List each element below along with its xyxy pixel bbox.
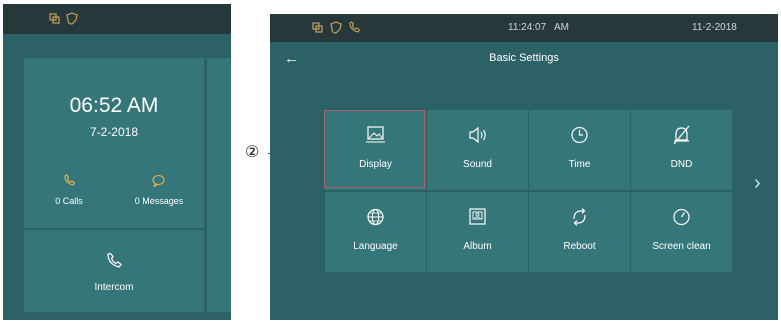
status-period: AM [554, 22, 569, 33]
calls-button[interactable]: 0 Calls [44, 174, 94, 214]
refresh-icon [573, 208, 586, 226]
calls-label: 0 Calls [55, 196, 83, 206]
clock-date: 7-2-2018 [89, 125, 139, 139]
tile-label: DND [670, 159, 693, 170]
phone-icon [64, 174, 76, 186]
clock-time: 06:52 AM [69, 94, 159, 117]
globe-icon [367, 208, 384, 226]
tile-label: Time [568, 159, 591, 170]
phone-icon [107, 252, 122, 268]
tile-language[interactable]: Language [325, 192, 426, 272]
page-title: Basic Settings [489, 52, 559, 64]
tile-dnd[interactable]: DND [631, 110, 732, 190]
callout-number: ② [245, 144, 260, 161]
chat-bubble-icon [152, 174, 165, 187]
network-icon [49, 13, 60, 24]
clock-card: 06:52 AM 7-2-2018 0 Calls 0 Messages [24, 58, 204, 228]
bell-off-icon [673, 125, 690, 145]
tile-reboot[interactable]: Reboot [529, 192, 630, 272]
left-status-bar [3, 4, 231, 34]
phone-icon [349, 21, 360, 33]
next-card-edge [207, 58, 231, 312]
network-icon [312, 22, 323, 33]
messages-label: 0 Messages [134, 196, 184, 206]
speaker-icon [469, 126, 486, 144]
intercom-label: Intercom [94, 282, 134, 293]
tile-album[interactable]: Album [427, 192, 528, 272]
shield-icon [330, 21, 342, 34]
tile-screen-clean[interactable]: Screen clean [631, 192, 732, 272]
tile-label: Screen clean [652, 241, 711, 252]
shield-icon [66, 12, 78, 25]
tile-label: Sound [463, 159, 492, 170]
right-status-bar: 11:24:07 AM 11-2-2018 [270, 14, 778, 42]
messages-button[interactable]: 0 Messages [122, 174, 192, 214]
timer-icon [673, 208, 690, 226]
tile-sound[interactable]: Sound [427, 110, 528, 190]
next-page-chevron-icon[interactable]: › [754, 172, 761, 195]
left-home-screen: 06:52 AM 7-2-2018 0 Calls 0 Messages Int… [3, 4, 231, 320]
tile-time[interactable]: Time [529, 110, 630, 190]
intercom-button[interactable]: Intercom [24, 230, 204, 312]
tile-label: Language [353, 241, 398, 252]
clock-icon [571, 126, 588, 144]
status-date: 11-2-2018 [692, 22, 737, 33]
tile-label: Reboot [563, 241, 596, 252]
title-bar: ← Basic Settings [270, 42, 778, 74]
status-time: 11:24:07 [508, 22, 547, 33]
contact-card-icon [469, 208, 486, 225]
display-tile-highlight [324, 110, 425, 188]
tile-label: Album [463, 241, 492, 252]
